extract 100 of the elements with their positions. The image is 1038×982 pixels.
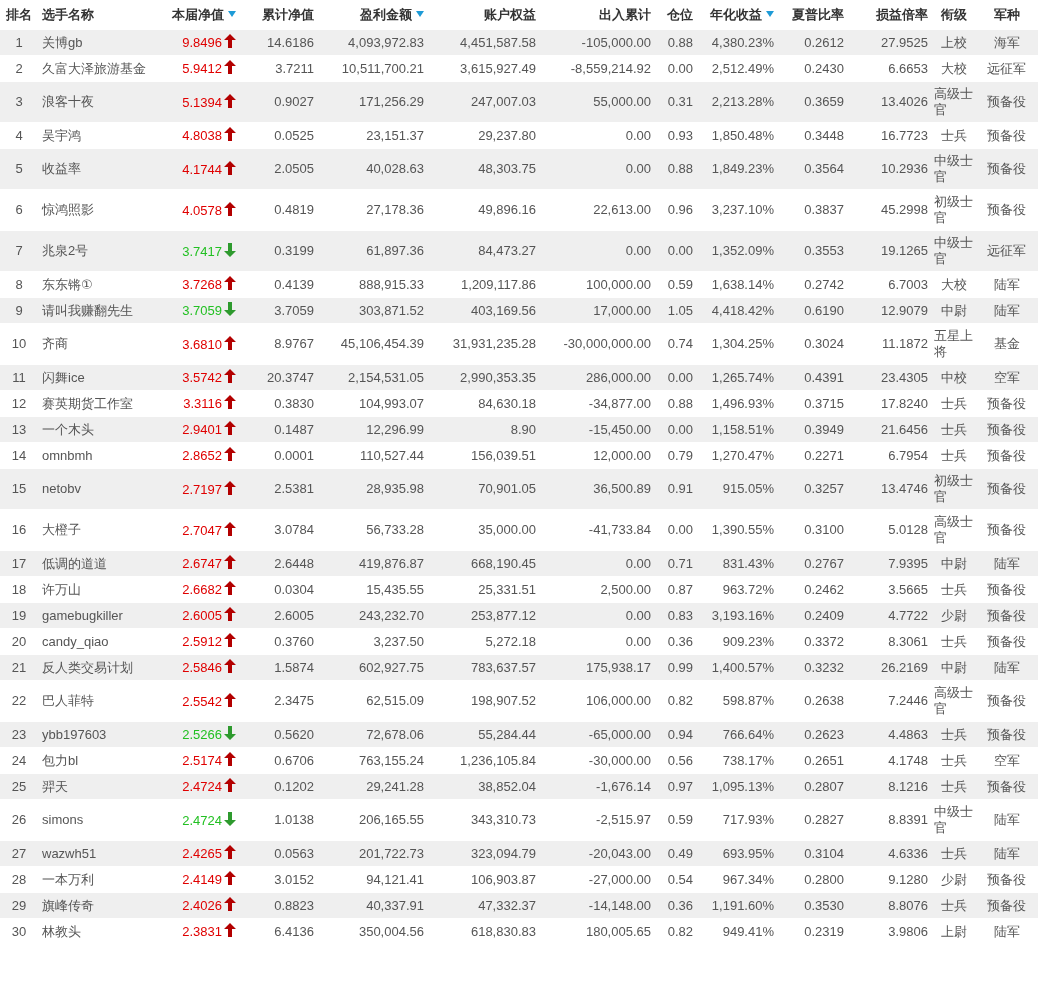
- sort-icon[interactable]: [766, 11, 774, 17]
- table-cell: 1,390.55%: [711, 522, 774, 537]
- table-cell: 12.9079: [881, 302, 928, 318]
- table-cell: 20.3747: [267, 369, 314, 385]
- table-cell: 陆军: [993, 555, 1020, 571]
- table-cell: 1,191.60%: [711, 897, 774, 913]
- column-header[interactable]: 本届净值: [172, 7, 224, 22]
- column-header: 损益倍率: [876, 7, 928, 22]
- table-cell: 0.3837: [804, 202, 844, 217]
- table-cell: 0.2742: [804, 276, 844, 292]
- table-cell: 0.36: [667, 897, 693, 913]
- table-cell: 4.6336: [888, 845, 928, 861]
- table-cell: 0.3830: [274, 395, 314, 411]
- table-cell: 空军: [993, 752, 1020, 768]
- table-cell: 106,000.00: [585, 693, 651, 708]
- table-cell: 士兵: [940, 752, 967, 769]
- table-cell: 967.34%: [722, 871, 774, 887]
- table-cell: 303,871.52: [358, 302, 424, 318]
- table-cell: 空军: [993, 369, 1020, 385]
- column-header: 军种: [993, 7, 1020, 22]
- table-cell: 12: [11, 395, 27, 411]
- table-cell: 0.2800: [804, 871, 844, 887]
- table-cell: 9: [15, 302, 23, 318]
- table-cell: 0.2767: [804, 555, 844, 571]
- table-cell: 大校: [940, 60, 967, 77]
- table-cell: 253,877.12: [470, 607, 536, 623]
- table-cell: 0.31: [667, 94, 693, 109]
- table-cell: 3.0784: [274, 522, 314, 537]
- table-cell: 3.7417: [182, 243, 222, 259]
- table-cell: 中级士官: [934, 804, 973, 836]
- table-cell: 13.4746: [881, 481, 928, 496]
- table-cell: 909.23%: [722, 633, 774, 649]
- table-cell: 2.3831: [182, 924, 222, 939]
- table-cell: 4,418.42%: [711, 302, 774, 318]
- table-cell: 40,337.91: [366, 897, 424, 913]
- table-cell: 1,265.74%: [711, 369, 774, 385]
- column-header[interactable]: 年化收益: [710, 7, 762, 22]
- column-header: 排名: [6, 7, 32, 22]
- table-cell: -15,450.00: [588, 421, 651, 437]
- table-cell: 0.6190: [804, 302, 844, 318]
- table-cell: 0.71: [667, 555, 693, 571]
- column-header[interactable]: 盈利金额: [360, 7, 412, 22]
- sort-icon[interactable]: [416, 11, 424, 17]
- table-cell: 1: [15, 34, 23, 50]
- player-name: 低调的道道: [42, 555, 107, 571]
- table-cell: 598.87%: [722, 693, 774, 708]
- table-cell: 6.7003: [888, 276, 928, 292]
- table-cell: 预备役: [987, 693, 1026, 708]
- table-cell: 2.9401: [182, 422, 222, 437]
- table-cell: -2,515.97: [596, 812, 651, 827]
- player-name: 关博gb: [42, 34, 83, 50]
- player-name: 惊鸿照影: [42, 202, 94, 217]
- player-name: 包力bl: [42, 752, 79, 768]
- table-cell: 419,876.87: [358, 555, 424, 571]
- table-cell: 29: [11, 897, 27, 913]
- table-cell: 20: [11, 633, 27, 649]
- table-cell: 0.3232: [804, 659, 844, 675]
- table-cell: 17.8240: [881, 395, 928, 411]
- table-cell: 0.8823: [274, 897, 314, 913]
- table-cell: 0.88: [667, 34, 693, 50]
- table-cell: 0.00: [625, 243, 651, 258]
- player-name: 许万山: [42, 581, 81, 597]
- table-cell: 4: [15, 127, 23, 143]
- table-cell: 2,500.00: [600, 581, 651, 597]
- player-name: 一本万利: [42, 871, 94, 887]
- table-cell: 2.7197: [182, 481, 222, 497]
- table-cell: 1,095.13%: [711, 778, 774, 794]
- table-cell: 5,272.18: [485, 633, 536, 649]
- table-cell: 31,931,235.28: [452, 336, 536, 351]
- column-header: 出入累计: [599, 7, 651, 22]
- player-name: omnbmh: [42, 447, 93, 463]
- player-name: 久富大泽旅游基金: [42, 60, 146, 76]
- sort-icon[interactable]: [228, 11, 236, 17]
- table-cell: 2,213.28%: [711, 94, 774, 109]
- table-cell: 1.5874: [274, 659, 314, 675]
- table-cell: 49,896.16: [478, 202, 536, 217]
- table-cell: 14.6186: [267, 34, 314, 50]
- table-cell: 0.00: [667, 60, 693, 76]
- table-cell: 15: [11, 481, 27, 496]
- table-cell: 0.00: [667, 243, 693, 258]
- table-cell: 0.2430: [804, 60, 844, 76]
- table-cell: 22,613.00: [593, 202, 651, 217]
- table-cell: 0.00: [625, 161, 651, 176]
- table-cell: 1,270.47%: [711, 447, 774, 463]
- table-cell: 110,527.44: [359, 447, 424, 463]
- table-cell: 206,165.55: [358, 812, 424, 827]
- table-cell: 1.05: [667, 302, 693, 318]
- table-cell: 2.4026: [182, 898, 222, 913]
- table-cell: 2.5174: [182, 753, 222, 768]
- table-cell: 中级士官: [934, 153, 973, 185]
- table-cell: 3.5665: [888, 581, 928, 597]
- table-cell: 9.1280: [888, 871, 928, 887]
- table-cell: 23,151.37: [366, 127, 424, 143]
- table-cell: 3.5742: [182, 370, 222, 385]
- table-cell: 预备役: [987, 633, 1026, 649]
- table-cell: 0.74: [667, 336, 693, 351]
- table-cell: 中级士官: [934, 235, 973, 267]
- table-cell: 2.5912: [182, 634, 222, 649]
- table-cell: 21: [11, 659, 27, 675]
- table-cell: 0.54: [667, 871, 693, 887]
